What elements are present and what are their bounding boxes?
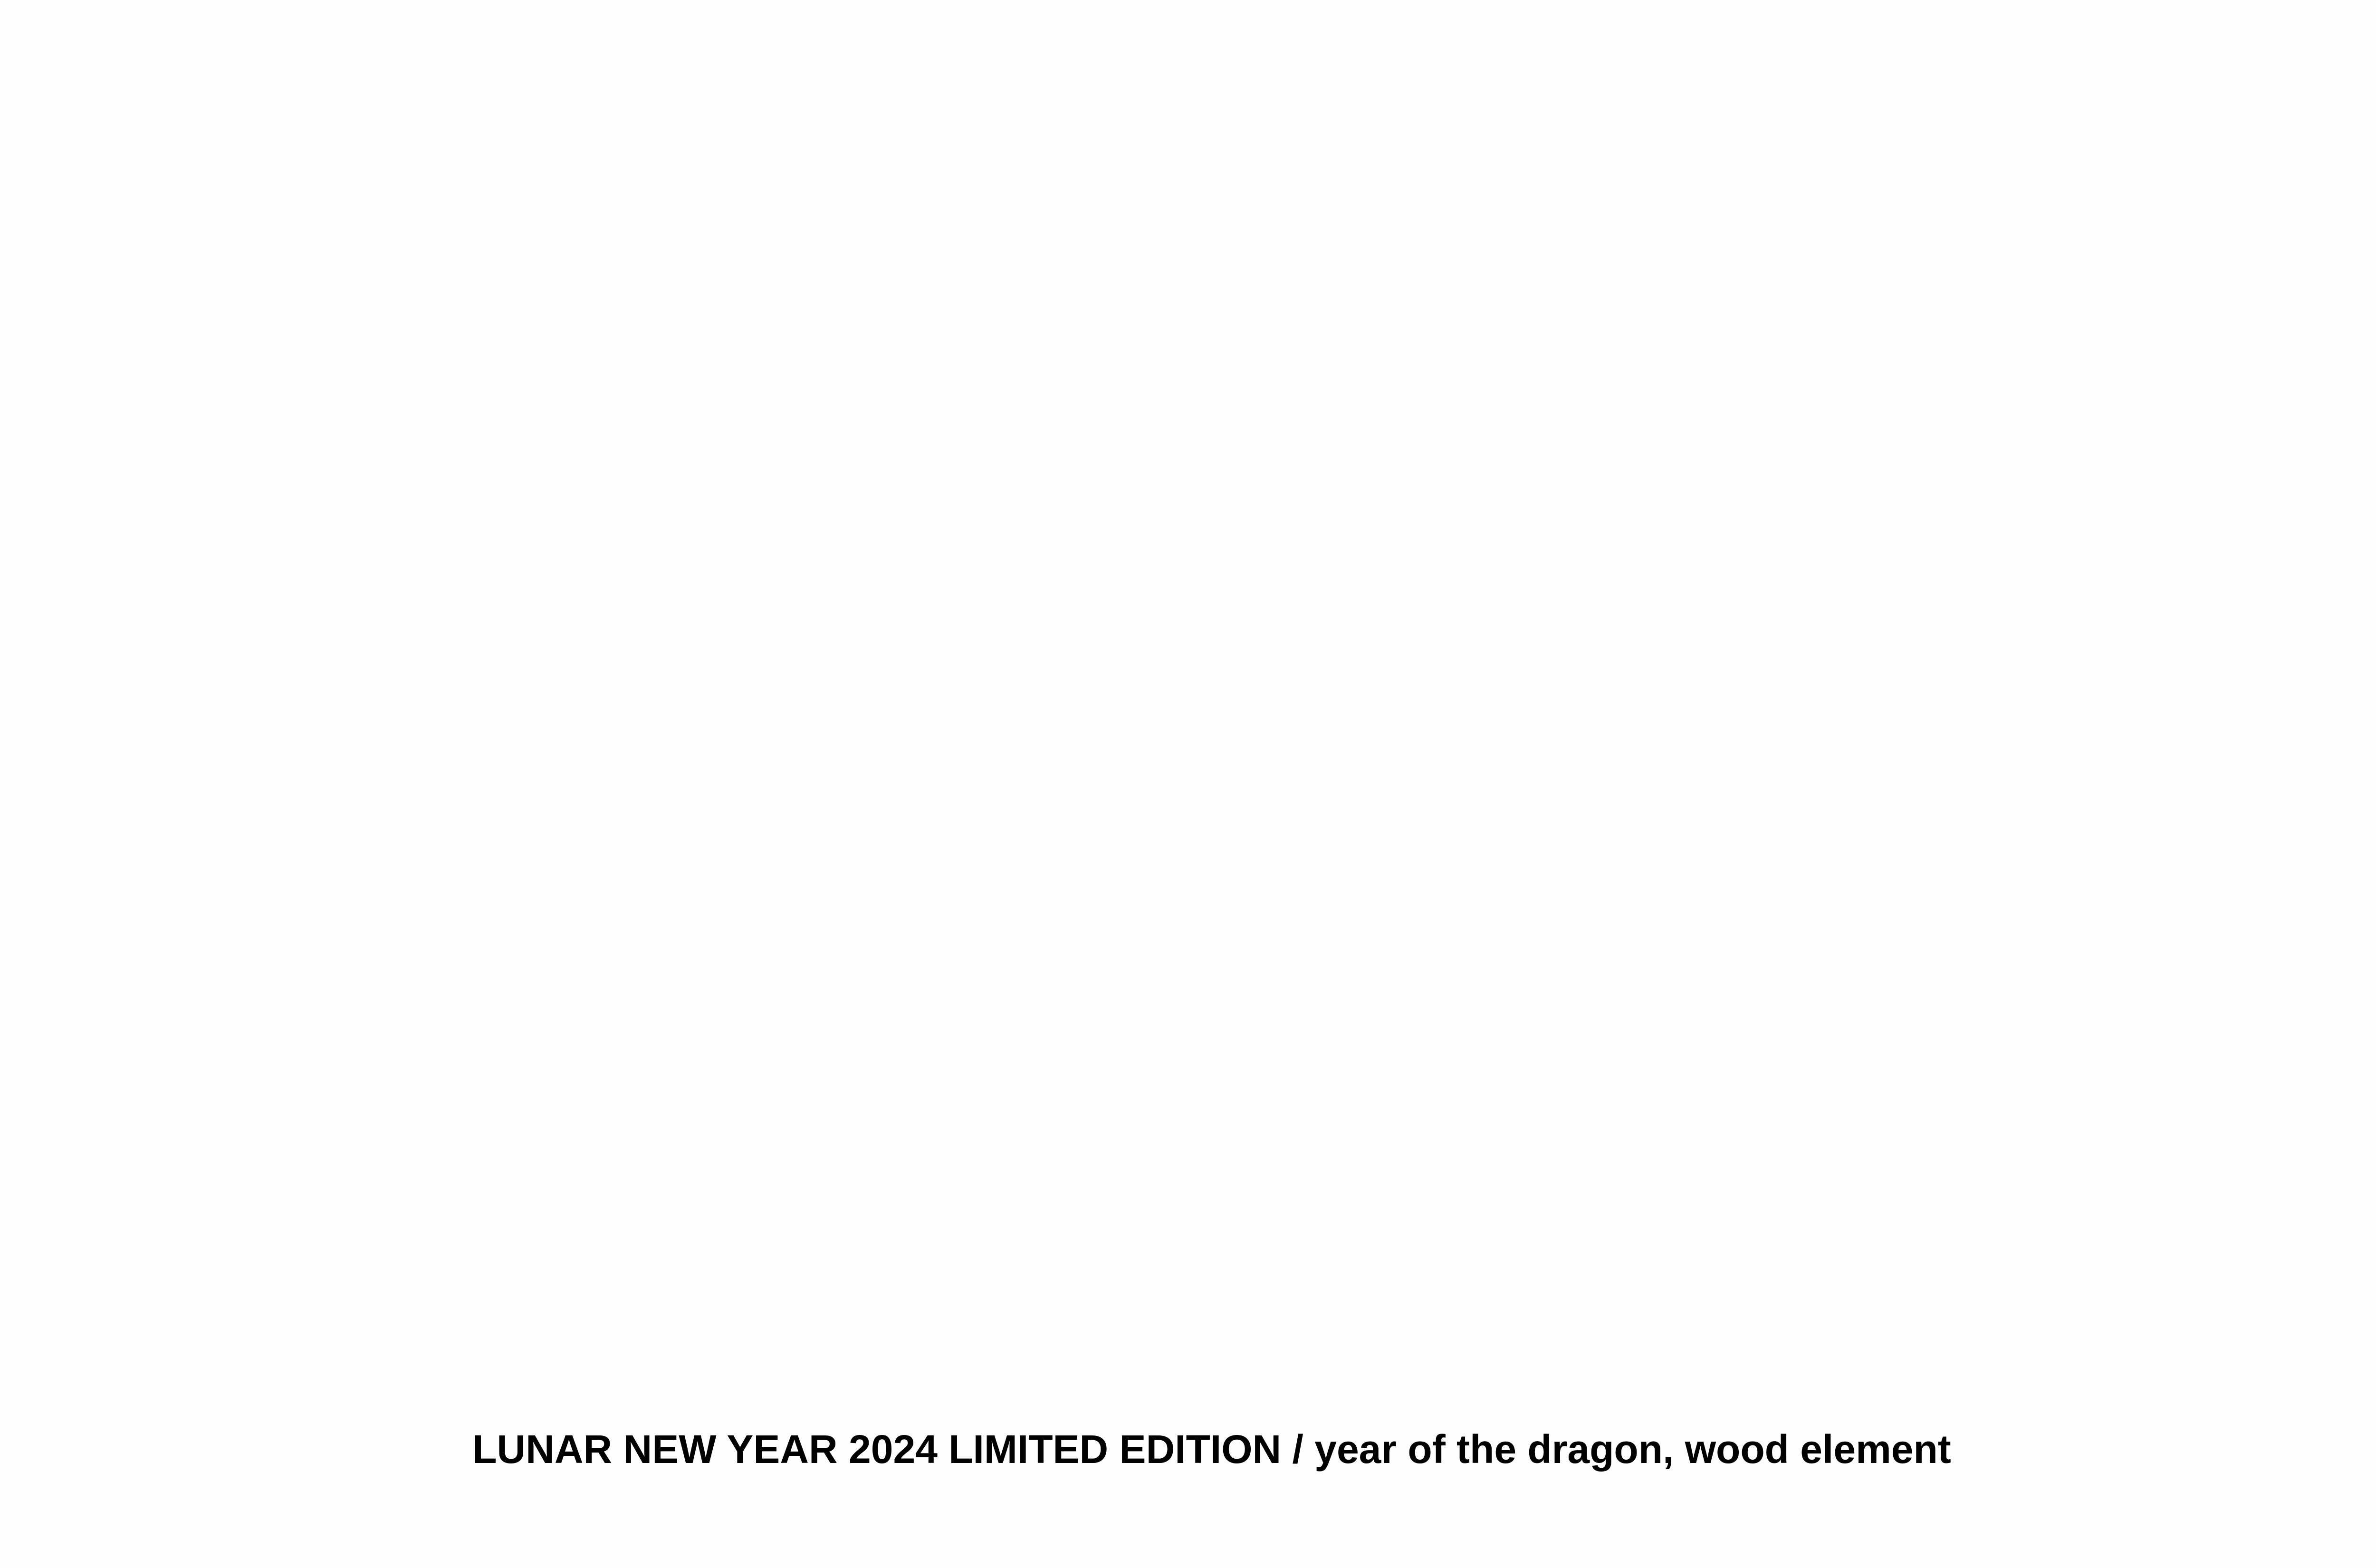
edition-caption: LUNAR NEW YEAR 2024 LIMITED EDITION / ye… — [472, 1427, 1951, 1472]
blank-print-page: LUNAR NEW YEAR 2024 LIMITED EDITION / ye… — [0, 0, 2376, 1568]
